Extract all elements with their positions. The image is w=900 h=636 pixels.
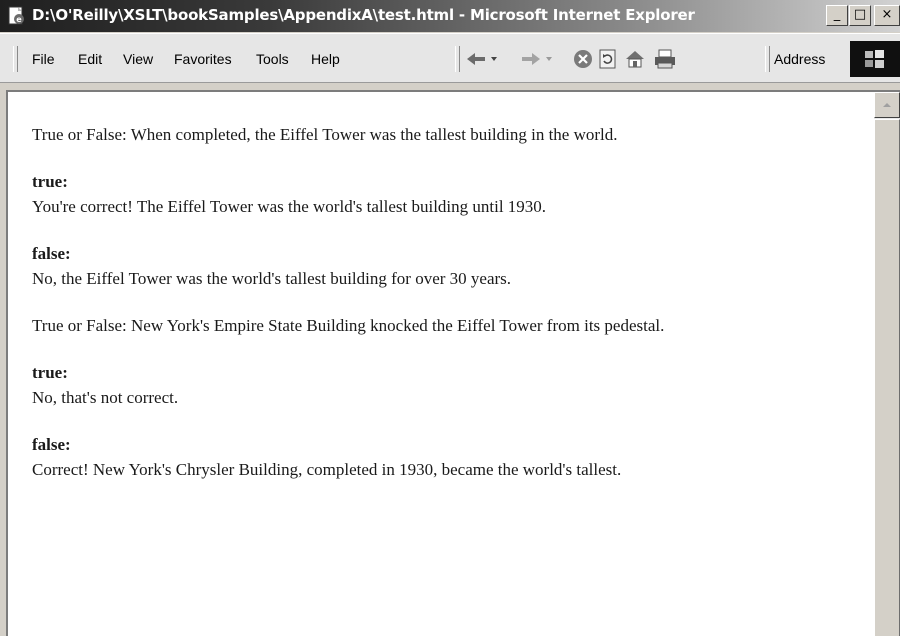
question-2: True or False: New York's Empire State B… xyxy=(32,313,862,338)
answer-block: true: You're correct! The Eiffel Tower w… xyxy=(32,169,862,219)
back-icon[interactable] xyxy=(464,48,500,70)
home-icon[interactable] xyxy=(624,48,646,70)
page-viewport: True or False: When completed, the Eiffe… xyxy=(6,90,900,636)
answer-label: false: xyxy=(32,435,71,454)
scroll-up-arrow-icon xyxy=(883,103,891,107)
answer-text: No, the Eiffel Tower was the world's tal… xyxy=(32,269,512,288)
answer-text: Correct! New York's Chrysler Building, c… xyxy=(32,460,622,479)
close-button[interactable]: × xyxy=(874,5,900,26)
question-1: True or False: When completed, the Eiffe… xyxy=(32,122,862,147)
address-label[interactable]: Address xyxy=(774,51,825,67)
answer-block: false: No, the Eiffel Tower was the worl… xyxy=(32,241,862,291)
windows-flag-icon xyxy=(850,41,900,77)
menu-favorites[interactable]: Favorites xyxy=(174,51,232,67)
menu-help[interactable]: Help xyxy=(311,51,340,67)
menu-edit[interactable]: Edit xyxy=(78,51,102,67)
browser-window: e D:\O'Reilly\XSLT\bookSamples\AppendixA… xyxy=(0,0,900,636)
svg-text:e: e xyxy=(16,15,22,24)
window-title: D:\O'Reilly\XSLT\bookSamples\AppendixA\t… xyxy=(32,6,695,24)
question-text: True or False: New York's Empire State B… xyxy=(32,316,665,335)
answer-block: false: Correct! New York's Chrysler Buil… xyxy=(32,432,862,482)
scroll-up-button[interactable] xyxy=(874,92,900,118)
menu-toolbar: File Edit View Favorites Tools Help Addr… xyxy=(0,33,900,83)
maximize-button[interactable]: □ xyxy=(849,5,871,26)
forward-icon[interactable] xyxy=(519,48,555,70)
answer-label: false: xyxy=(32,244,71,263)
menu-view[interactable]: View xyxy=(123,51,153,67)
stop-icon[interactable] xyxy=(572,48,594,70)
print-icon[interactable] xyxy=(652,48,678,70)
answer-label: true: xyxy=(32,172,68,191)
toolbar-grip[interactable] xyxy=(765,46,770,72)
toolbar-grip[interactable] xyxy=(455,46,460,72)
menu-tools[interactable]: Tools xyxy=(256,51,289,67)
answer-block: true: No, that's not correct. xyxy=(32,360,862,410)
scroll-thumb[interactable] xyxy=(874,119,900,636)
answer-text: You're correct! The Eiffel Tower was the… xyxy=(32,197,547,216)
answer-label: true: xyxy=(32,363,68,382)
title-bar[interactable]: e D:\O'Reilly\XSLT\bookSamples\AppendixA… xyxy=(0,0,900,32)
question-text: True or False: When completed, the Eiffe… xyxy=(32,125,618,144)
vertical-scrollbar[interactable] xyxy=(874,92,900,636)
ie-page-icon: e xyxy=(8,6,24,25)
minimize-button[interactable]: _ xyxy=(826,5,848,26)
answer-text: No, that's not correct. xyxy=(32,388,179,407)
toolbar-grip[interactable] xyxy=(13,46,18,72)
refresh-icon[interactable] xyxy=(597,48,619,70)
menu-file[interactable]: File xyxy=(32,51,55,67)
page-content: True or False: When completed, the Eiffe… xyxy=(32,122,862,504)
